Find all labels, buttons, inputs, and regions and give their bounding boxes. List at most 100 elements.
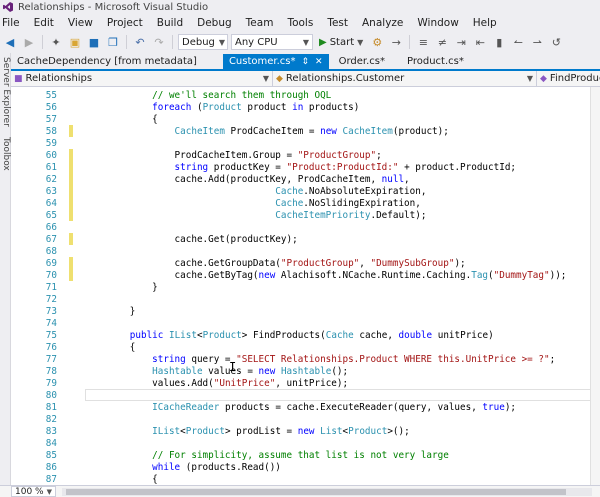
side-panel-strip: Server Explorer Toolbox: [0, 53, 11, 497]
code-line[interactable]: 76 {: [11, 341, 600, 353]
code-token: ;: [549, 353, 556, 365]
menu-build[interactable]: Build: [150, 17, 190, 29]
code-line[interactable]: 82: [11, 413, 600, 425]
menu-analyze[interactable]: Analyze: [355, 17, 410, 29]
code-line[interactable]: 65 CacheItemPriority.Default);: [11, 209, 600, 221]
code-line[interactable]: 78 Hashtable values = new Hashtable();: [11, 365, 600, 377]
gutter: [69, 425, 73, 437]
menu-tools[interactable]: Tools: [280, 17, 320, 29]
gutter: [69, 401, 73, 413]
chevron-down-icon: ▼: [46, 487, 52, 496]
project-dropdown[interactable]: ■ Relationships ▼: [11, 71, 273, 86]
menu-help[interactable]: Help: [466, 17, 504, 29]
code-token: );: [504, 401, 517, 413]
code-line[interactable]: 86 while (products.Read()): [11, 461, 600, 473]
code-line[interactable]: 69 cache.GetGroupData("ProductGroup", "D…: [11, 257, 600, 269]
prev-bookmark-icon[interactable]: ↼: [510, 34, 526, 50]
menu-edit[interactable]: Edit: [27, 17, 61, 29]
pin-icon[interactable]: ⇕: [302, 57, 310, 67]
save-icon[interactable]: ■: [86, 34, 102, 50]
clear-bookmarks-icon[interactable]: ↺: [548, 34, 564, 50]
tab-customer[interactable]: Customer.cs* ⇕ ✕: [222, 54, 329, 69]
start-button[interactable]: ▶ Start ▼: [316, 37, 366, 48]
menu-window[interactable]: Window: [410, 17, 465, 29]
code-line[interactable]: 68: [11, 245, 600, 257]
code-line[interactable]: 71 }: [11, 281, 600, 293]
code-text: string productKey = "Product:ProductId:"…: [85, 162, 516, 173]
code-line[interactable]: 56 foreach (Product product in products): [11, 101, 600, 113]
attach-icon[interactable]: ⚙: [369, 34, 385, 50]
tab-cachedependency[interactable]: CacheDependency [from metadata]: [11, 54, 203, 69]
scrollbar-thumb[interactable]: [65, 488, 566, 495]
tab-order[interactable]: Order.cs*: [333, 54, 391, 69]
step-icon[interactable]: →: [388, 34, 404, 50]
code-line[interactable]: 60 ProdCacheItem.Group = "ProductGroup";: [11, 149, 600, 161]
code-line[interactable]: 63 Cache.NoAbsoluteExpiration,: [11, 185, 600, 197]
uncomment-icon[interactable]: ≠: [434, 34, 450, 50]
platform-dropdown[interactable]: Any CPU ▼: [231, 34, 313, 50]
tab-product[interactable]: Product.cs*: [401, 54, 470, 69]
server-explorer-tab[interactable]: Server Explorer: [0, 57, 11, 127]
code-line[interactable]: 84: [11, 437, 600, 449]
menu-debug[interactable]: Debug: [190, 17, 239, 29]
redo-icon[interactable]: ↷: [151, 34, 167, 50]
bookmark-icon[interactable]: ▮: [491, 34, 507, 50]
code-line[interactable]: 87 {: [11, 473, 600, 485]
code-line[interactable]: 67 cache.Get(productKey);: [11, 233, 600, 245]
code-line[interactable]: 77 string query = "SELECT Relationships.…: [11, 353, 600, 365]
code-token: string: [85, 161, 209, 173]
code-line[interactable]: 81 ICacheReader products = cache.Execute…: [11, 401, 600, 413]
next-bookmark-icon[interactable]: ⇀: [529, 34, 545, 50]
code-token: );: [454, 257, 466, 269]
open-file-icon[interactable]: ▣: [67, 34, 83, 50]
code-token: Cache: [85, 197, 304, 209]
method-icon: ◆: [540, 73, 547, 84]
back-icon[interactable]: ◀: [2, 34, 18, 50]
code-line[interactable]: 66: [11, 221, 600, 233]
code-line[interactable]: 62 cache.Add(productKey, ProdCacheItem, …: [11, 173, 600, 185]
code-token: cache.GetGroupData(: [85, 257, 281, 269]
code-line[interactable]: 72: [11, 293, 600, 305]
menu-file[interactable]: File: [0, 17, 27, 29]
code-line[interactable]: 57 {: [11, 113, 600, 125]
code-line[interactable]: 73 }: [11, 305, 600, 317]
code-line[interactable]: 70 cache.GetByTag(new Alachisoft.NCache.…: [11, 269, 600, 281]
code-editor[interactable]: 55 // we'll search them through OQL 56 fo…: [11, 87, 600, 485]
menu-test[interactable]: Test: [320, 17, 355, 29]
code-line[interactable]: 61 string productKey = "Product:ProductI…: [11, 161, 600, 173]
code-line[interactable]: 58 CacheItem ProdCacheItem = new CacheIt…: [11, 125, 600, 137]
code-line[interactable]: 59: [11, 137, 600, 149]
code-line[interactable]: 55 // we'll search them through OQL: [11, 89, 600, 101]
type-dropdown[interactable]: ◆ Relationships.Customer ▼: [273, 71, 537, 86]
forward-icon[interactable]: ▶: [21, 34, 37, 50]
menu-project[interactable]: Project: [100, 17, 150, 29]
vertical-scrollbar[interactable]: [590, 87, 600, 485]
line-number: 86: [45, 461, 57, 473]
code-line[interactable]: 83 IList<Product> prodList = new List<Pr…: [11, 425, 600, 437]
menu-view[interactable]: View: [61, 17, 100, 29]
code-line[interactable]: 74: [11, 317, 600, 329]
horizontal-scrollbar[interactable]: [61, 487, 592, 496]
code-token: string: [85, 353, 186, 365]
configuration-dropdown[interactable]: Debug ▼: [178, 34, 228, 50]
close-icon[interactable]: ✕: [315, 57, 323, 67]
code-text: IList<Product> prodList = new List<Produ…: [85, 426, 410, 437]
code-token: products): [303, 101, 360, 113]
new-project-icon[interactable]: ✦: [48, 34, 64, 50]
code-line[interactable]: 85 // For simplicity, assume that list i…: [11, 449, 600, 461]
code-token: IList: [85, 425, 181, 437]
comment-icon[interactable]: ≡: [415, 34, 431, 50]
member-dropdown[interactable]: ◆ FindProducts(C: [537, 71, 600, 86]
code-line[interactable]: 75 public IList<Product> FindProducts(Ca…: [11, 329, 600, 341]
toolbox-tab[interactable]: Toolbox: [0, 137, 11, 171]
code-line[interactable]: 64 Cache.NoSlidingExpiration,: [11, 197, 600, 209]
menu-team[interactable]: Team: [239, 17, 281, 29]
undo-icon[interactable]: ↶: [132, 34, 148, 50]
visual-studio-logo-icon: [3, 2, 13, 12]
indent-icon[interactable]: ⇥: [453, 34, 469, 50]
outdent-icon[interactable]: ⇤: [472, 34, 488, 50]
zoom-dropdown[interactable]: 100 % ▼: [11, 486, 56, 497]
code-line[interactable]: 79 values.Add("UnitPrice", unitPrice);: [11, 377, 600, 389]
line-number: 73: [45, 305, 57, 317]
save-all-icon[interactable]: ❐: [105, 34, 121, 50]
